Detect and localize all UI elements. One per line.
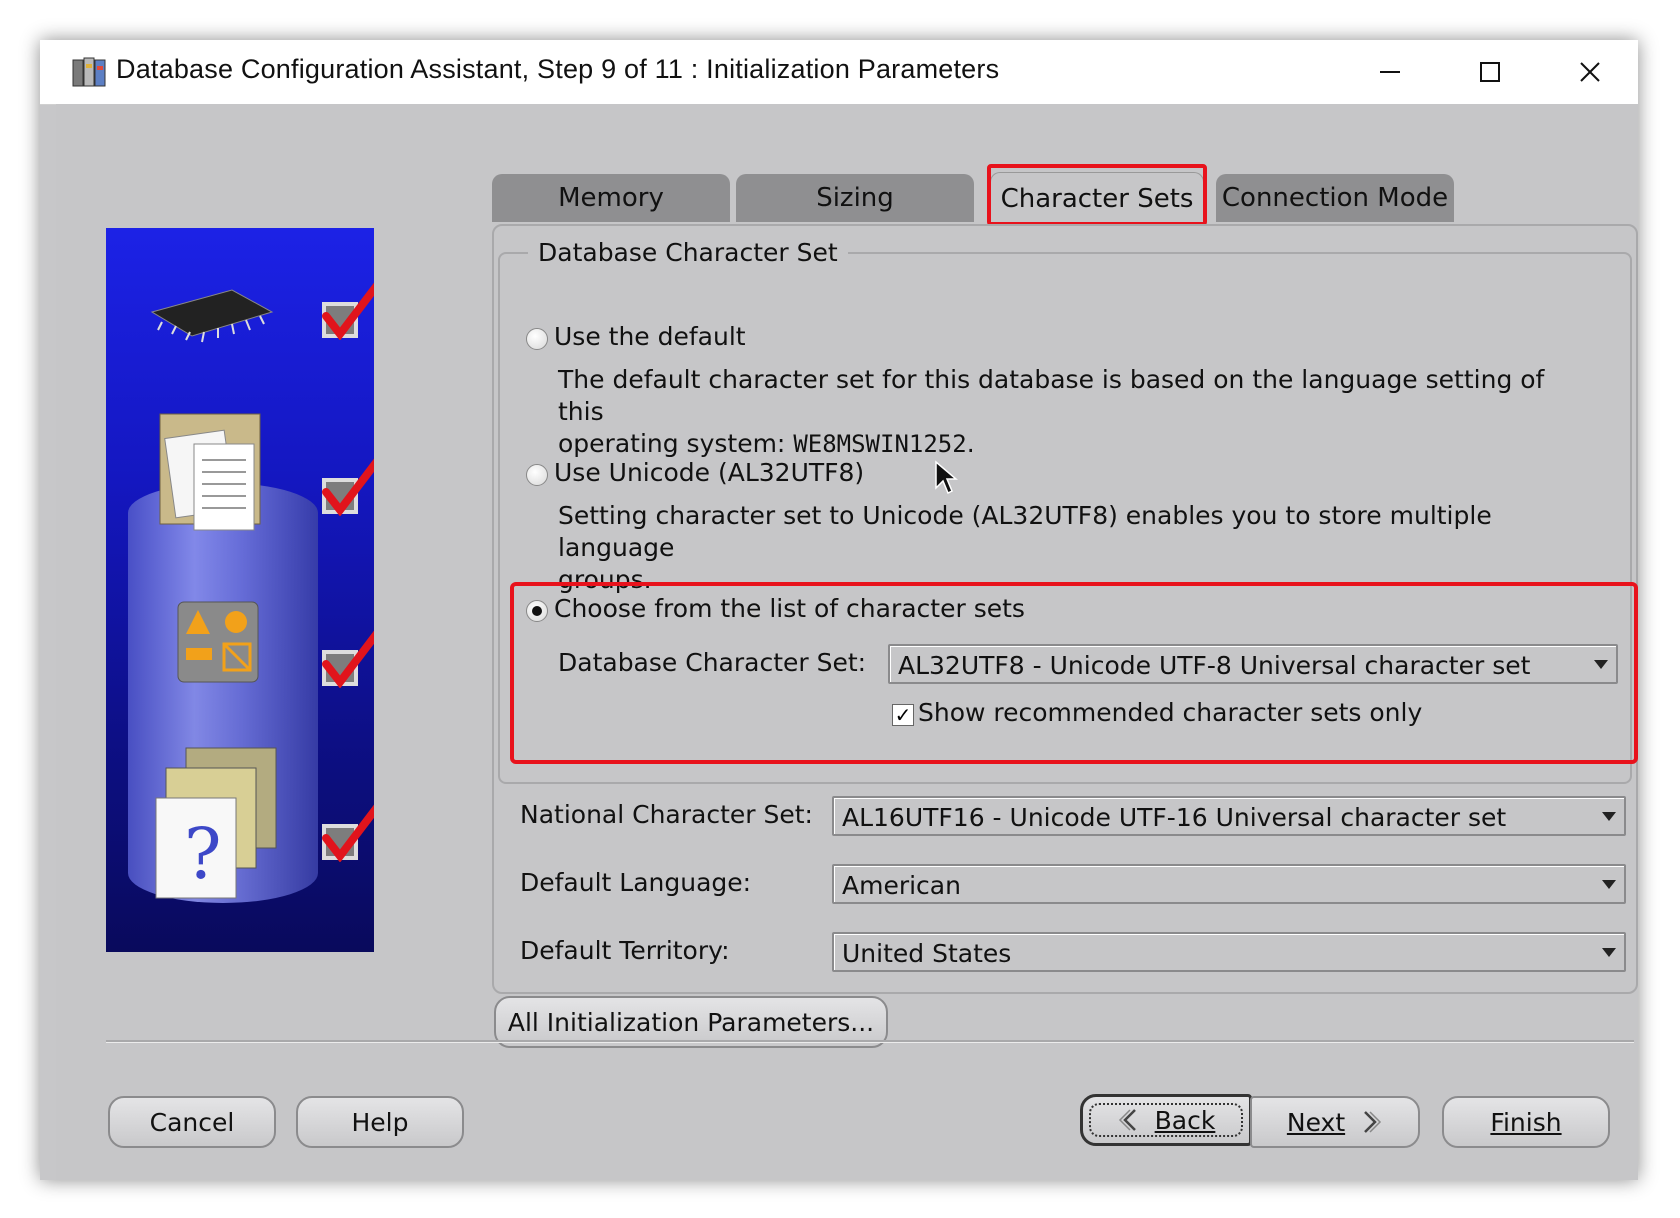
tab-connection-mode[interactable]: Connection Mode [1216,174,1454,222]
footer-separator [106,1040,1634,1043]
back-label: Back [1154,1105,1216,1135]
radio-use-unicode-label: Use Unicode (AL32UTF8) [554,458,865,487]
close-icon [1580,62,1600,82]
finish-button[interactable]: Finish [1442,1096,1610,1148]
national-charset-value: AL16UTF16 - Unicode UTF-16 Universal cha… [842,803,1507,832]
default-territory-value: United States [842,939,1012,968]
default-language-label: Default Language: [520,868,752,897]
use-unicode-desc-line-1: Setting character set to Unicode (AL32UT… [558,501,1492,562]
national-charset-select[interactable]: AL16UTF16 - Unicode UTF-16 Universal cha… [832,796,1626,836]
next-label: Next [1286,1107,1346,1137]
default-language-select[interactable]: American [832,864,1626,904]
back-button[interactable]: Back [1080,1094,1252,1146]
checkmark-icon [322,630,374,688]
database-charset-select[interactable]: AL32UTF8 - Unicode UTF-8 Universal chara… [888,644,1618,684]
radio-use-default[interactable] [526,328,548,350]
minimize-button[interactable] [1340,40,1440,104]
recommended-only-checkbox[interactable]: ✓ [892,704,914,726]
next-arrow-icon [1364,1111,1382,1133]
chevron-down-icon [1602,812,1616,821]
desc-text: operating system: [558,429,794,458]
checkmark-icon [322,804,374,862]
minimize-icon [1380,71,1400,73]
radio-use-default-label: Use the default [554,322,746,351]
wizard-illustration: ? [106,228,374,952]
memory-chip-icon [150,289,274,343]
tab-memory[interactable]: Memory [492,174,730,222]
radio-choose-from-list-label: Choose from the list of character sets [554,594,1025,623]
database-charset-label: Database Character Set: [558,648,867,677]
chevron-down-icon [1602,948,1616,957]
svg-text:?: ? [184,813,222,895]
default-territory-label: Default Territory: [520,936,730,965]
back-arrow-icon [1118,1109,1136,1131]
mouse-cursor-icon [935,460,958,495]
maximize-button[interactable] [1440,40,1540,104]
maximize-icon [1480,62,1500,82]
recommended-only-label: Show recommended character sets only [918,698,1423,727]
radio-choose-from-list[interactable] [526,600,548,622]
use-unicode-desc-line-2: groups. [558,565,652,594]
default-language-value: American [842,871,961,900]
cancel-button[interactable]: Cancel [108,1096,276,1148]
dialog-window: Database Configuration Assistant, Step 9… [40,40,1638,1180]
help-documents-icon: ? [155,747,277,899]
close-button[interactable] [1540,40,1640,104]
group-legend: Database Character Set [528,238,848,267]
help-button[interactable]: Help [296,1096,464,1148]
desc-period: . [966,429,975,458]
database-charset-value: AL32UTF8 - Unicode UTF-8 Universal chara… [898,651,1531,680]
default-territory-select[interactable]: United States [832,932,1626,972]
chevron-down-icon [1602,880,1616,889]
use-default-desc-line-2: operating system: WE8MSWIN1252. [558,428,1578,460]
national-charset-label: National Character Set: [520,800,813,829]
chevron-down-icon [1594,660,1608,669]
os-charset-value: WE8MSWIN1252 [793,430,967,458]
window-title: Database Configuration Assistant, Step 9… [116,54,1000,84]
radio-use-unicode[interactable] [526,464,548,486]
use-default-desc-line-1: The default character set for this datab… [558,365,1545,426]
documents-folder-icon [159,413,261,531]
finish-label: Finish [1490,1107,1562,1137]
use-unicode-description: Setting character set to Unicode (AL32UT… [558,500,1578,596]
checkmark-icon [322,282,374,340]
use-default-description: The default character set for this datab… [558,364,1578,460]
tab-sizing[interactable]: Sizing [736,174,974,222]
title-bar: Database Configuration Assistant, Step 9… [40,40,1638,105]
app-icon [72,57,106,87]
checkmark-icon [322,458,374,516]
tab-character-sets[interactable]: Character Sets [990,172,1204,224]
shapes-tile-icon [177,601,259,683]
next-button[interactable]: Next [1250,1096,1420,1148]
